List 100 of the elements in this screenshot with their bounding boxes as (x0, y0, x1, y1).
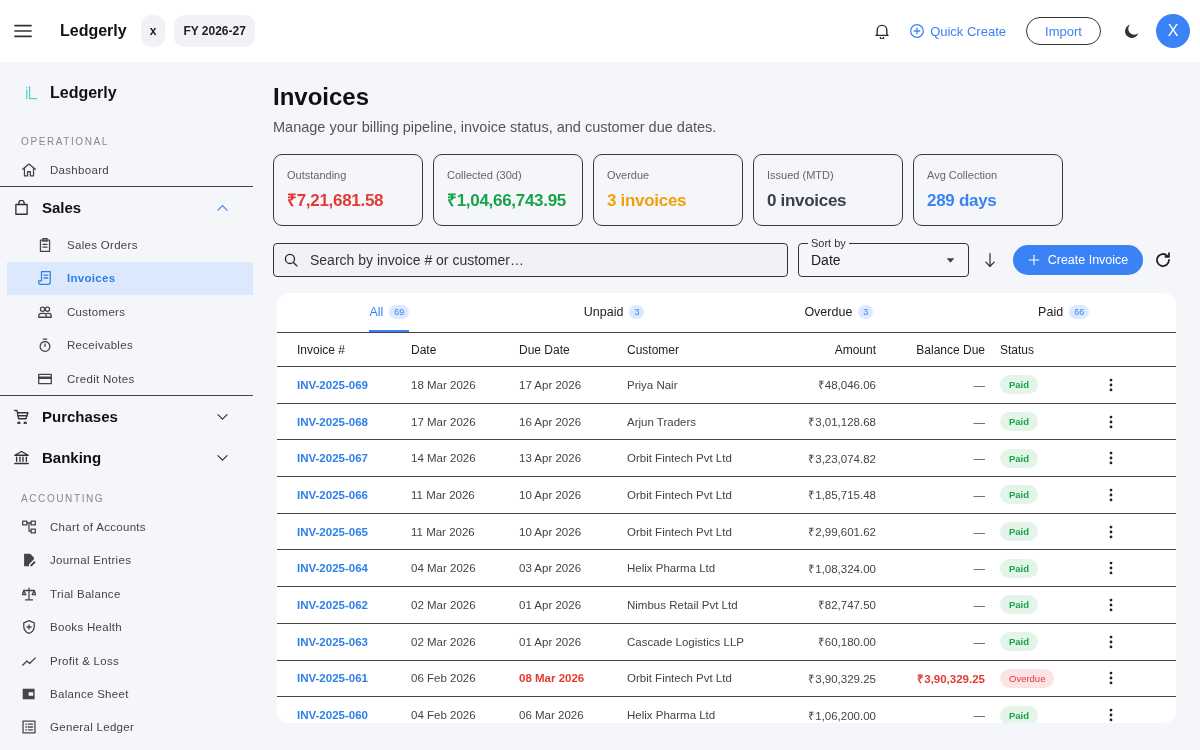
table-cell-text: ₹3,23,074.82 (808, 451, 876, 466)
sidebar-item[interactable]: Trial Balance (0, 577, 253, 611)
stat-label: Avg Collection (927, 168, 998, 183)
table-cell: 14 Mar 2026 (411, 452, 476, 465)
table-cell-text: ₹3,90,329.25 (808, 671, 876, 686)
status-badge: Paid (1000, 485, 1039, 505)
table-cell: 06 Mar 2026 (519, 709, 584, 722)
sidebar-item[interactable]: Receivables (7, 328, 253, 362)
table-cell: 17 Mar 2026 (411, 415, 476, 428)
status-badge: Paid (1000, 412, 1039, 432)
table-cell: 13 Apr 2026 (519, 452, 582, 465)
moon-icon[interactable] (1124, 23, 1140, 39)
sidebar-item[interactable]: Profit & Loss (0, 643, 253, 678)
create-invoice-button[interactable]: Create Invoice (1013, 245, 1143, 275)
status-badge: Paid (1000, 705, 1039, 723)
stat-label: Overdue (607, 168, 650, 183)
table-cell-text: ₹82,747.50 (817, 598, 876, 613)
tab[interactable]: Unpaid 3 (583, 293, 645, 332)
table-cell: Orbit Fintech Pvt Ltd (627, 452, 732, 465)
table-cell: — (973, 562, 985, 575)
stat-value: 3 invoices (607, 190, 687, 212)
header-chip[interactable]: x (140, 15, 166, 47)
sidebar-item[interactable]: General Ledger (0, 710, 253, 745)
table-cell: Nimbus Retail Pvt Ltd (627, 598, 738, 611)
sidebar-item[interactable]: Credit Notes (7, 361, 253, 396)
plus-icon (1027, 254, 1040, 266)
sidebar-group[interactable]: Banking (0, 437, 253, 479)
status-badge: Overdue (1000, 668, 1055, 688)
document-edit-icon (22, 553, 36, 568)
avatar[interactable]: X (1156, 14, 1190, 48)
arrow-down-icon[interactable] (983, 253, 997, 267)
header-chip[interactable]: FY 2026-27 (174, 15, 255, 47)
stat-value: 289 days (927, 190, 997, 212)
invoice-link[interactable]: INV-2025-063 (297, 635, 368, 648)
table-cell-text: ₹48,046.06 (817, 378, 876, 393)
table-cell: 17 Apr 2026 (519, 378, 582, 391)
column-header: Due Date (519, 342, 571, 357)
app-name: Ledgerly (60, 22, 127, 40)
column-header: Invoice # (297, 342, 347, 357)
invoice-link[interactable]: INV-2025-064 (297, 562, 368, 575)
bell-icon[interactable] (874, 23, 891, 39)
home-icon (22, 162, 36, 177)
scale-icon (22, 586, 36, 601)
bank-icon (14, 450, 29, 466)
count-badge: 3 (629, 304, 645, 319)
table-cell-text: ₹1,08,324.00 (808, 561, 876, 576)
quick-create-link[interactable]: Quick Create (910, 23, 1006, 39)
table-cell: 08 Mar 2026 (519, 672, 585, 685)
sidebar-brand: Ledgerly (50, 84, 117, 102)
table-cell: 01 Apr 2026 (519, 598, 582, 611)
tab[interactable]: Paid 66 (1038, 293, 1090, 332)
menu-icon[interactable] (14, 22, 32, 40)
stopwatch-icon (38, 338, 52, 353)
table-cell: — (973, 635, 985, 648)
card-icon (38, 371, 52, 386)
invoice-link[interactable]: INV-2025-062 (297, 598, 368, 611)
table-cell: 10 Apr 2026 (519, 488, 582, 501)
sidebar-item[interactable]: Books Health (0, 610, 253, 644)
invoice-link[interactable]: INV-2025-069 (297, 378, 368, 391)
stat-label: Outstanding (287, 168, 347, 183)
column-header: Amount (834, 342, 876, 357)
search-field[interactable]: Search by invoice # or customer… (273, 243, 788, 277)
import-button[interactable]: Import (1026, 17, 1101, 45)
table-cell: Helix Pharma Ltd (627, 709, 716, 722)
table-cell-text: ₹3,01,128.68 (808, 415, 876, 430)
invoice-link[interactable]: INV-2025-061 (297, 672, 368, 685)
sidebar-item[interactable]: Dashboard (0, 153, 253, 187)
sidebar-group[interactable]: Sales (0, 187, 253, 229)
status-badge: Paid (1000, 558, 1039, 578)
refresh-icon[interactable] (1155, 252, 1171, 268)
list-icon (22, 720, 36, 735)
table-cell: 04 Mar 2026 (411, 562, 476, 575)
sidebar-group[interactable]: Purchases (0, 396, 253, 438)
invoice-link[interactable]: INV-2025-065 (297, 525, 368, 538)
sidebar-item[interactable]: Chart of Accounts (0, 510, 253, 544)
logo-icon (24, 84, 38, 102)
table-cell: Arjun Traders (627, 415, 697, 428)
invoice-link[interactable]: INV-2025-067 (297, 452, 368, 465)
stat-label: Collected (30d) (447, 168, 522, 183)
table-cell: Orbit Fintech Pvt Ltd (627, 488, 732, 501)
tab[interactable]: Overdue 3 (804, 293, 874, 332)
tab[interactable]: All 69 (369, 293, 410, 332)
table-cell: — (973, 452, 985, 465)
shield-plus-icon (22, 620, 36, 635)
sidebar-item[interactable]: Journal Entries (0, 543, 253, 578)
column-header: Status (999, 342, 1036, 357)
column-header: Balance Due (916, 342, 985, 357)
invoice-link[interactable]: INV-2025-066 (297, 488, 368, 501)
invoice-link[interactable]: INV-2025-068 (297, 415, 368, 428)
sidebar-item[interactable]: Customers (7, 295, 253, 329)
page-subtitle: Manage your billing pipeline, invoice status, and customer due dates. (273, 118, 718, 137)
table-cell: 16 Apr 2026 (519, 415, 582, 428)
invoice-link[interactable]: INV-2025-060 (297, 709, 368, 722)
table-cell: 02 Mar 2026 (411, 598, 476, 611)
table-cell: 02 Mar 2026 (411, 635, 476, 648)
table-cell: 10 Apr 2026 (519, 525, 582, 538)
table-cell: — (973, 488, 985, 501)
sidebar-item[interactable]: Sales Orders (7, 228, 253, 262)
sidebar-item[interactable]: Balance Sheet (0, 677, 253, 711)
count-badge: 3 (858, 304, 874, 319)
